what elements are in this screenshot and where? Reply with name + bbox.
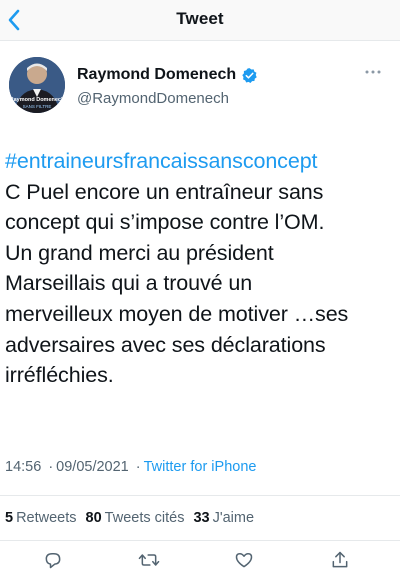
heart-icon xyxy=(235,553,253,568)
tweet-text: #entraineursfrancaissansconcept C Puel e… xyxy=(5,146,393,391)
top-bar: Tweet xyxy=(0,0,400,41)
share-icon xyxy=(332,551,348,568)
verified-badge-icon xyxy=(241,67,258,84)
quote-tweets-label: Tweets cités xyxy=(104,510,185,526)
retweet-icon xyxy=(138,554,160,566)
user-handle[interactable]: @RaymondDomenech xyxy=(77,90,229,107)
divider xyxy=(0,495,400,496)
reply-icon xyxy=(45,553,61,569)
tweet-text-line: irréfléchies. xyxy=(5,363,114,388)
avatar[interactable]: Raymond Domenech SANS FILTRE xyxy=(9,57,65,113)
display-name[interactable]: Raymond Domenech xyxy=(77,66,236,84)
display-name-row: Raymond Domenech xyxy=(77,66,258,84)
tweet-source-link[interactable]: Twitter for iPhone xyxy=(144,459,257,475)
retweet-button[interactable] xyxy=(138,549,160,571)
tweet-text-line: C Puel encore un entraîneur sans xyxy=(5,179,324,204)
quote-tweets-stat[interactable]: 80 Tweets cités xyxy=(86,510,185,526)
page-title: Tweet xyxy=(176,9,224,28)
likes-count: 33 xyxy=(193,510,210,526)
like-button[interactable] xyxy=(233,549,255,571)
tweet-time[interactable]: 14:56 xyxy=(5,459,41,475)
tweet-text-line: adversaires avec ses déclarations xyxy=(5,332,326,357)
tweet-text-line: Un grand merci au président xyxy=(5,240,274,265)
retweets-count: 5 xyxy=(5,510,14,526)
tweet-actions xyxy=(0,549,400,569)
retweets-label: Retweets xyxy=(16,510,77,526)
tweet-author: Raymond Domenech SANS FILTRE Raymond Dom… xyxy=(0,52,400,120)
tweet-text-line: concept qui s’impose contre l’OM. xyxy=(5,210,325,235)
avatar-image: Raymond Domenech SANS FILTRE xyxy=(9,57,65,113)
tweet-date[interactable]: 09/05/2021 xyxy=(56,459,129,475)
tweet-text-line: Marseillais qui a trouvé un xyxy=(5,271,253,296)
avatar-subcaption: SANS FILTRE xyxy=(23,104,52,109)
more-options-button[interactable] xyxy=(362,64,384,80)
retweets-stat[interactable]: 5 Retweets xyxy=(5,510,77,526)
meta-separator: · xyxy=(135,459,141,475)
reply-button[interactable] xyxy=(42,549,64,571)
quote-tweets-count: 80 xyxy=(85,510,102,526)
likes-label: J'aime xyxy=(212,510,255,526)
engagement-stats: 5 Retweets 80 Tweets cités 33 J'aime xyxy=(5,510,254,526)
more-horizontal-icon xyxy=(365,70,381,74)
tweet-text-line: merveilleux moyen de motiver …ses xyxy=(5,301,349,326)
tweet-metadata: 14:56 · 09/05/2021 · Twitter for iPhone xyxy=(5,459,256,475)
hashtag-link[interactable]: #entraineursfrancaissansconcept xyxy=(5,146,393,177)
avatar-caption: Raymond Domenech xyxy=(10,97,65,103)
meta-separator: · xyxy=(48,459,54,475)
divider xyxy=(0,540,400,541)
likes-stat[interactable]: 33 J'aime xyxy=(193,510,254,526)
share-button[interactable] xyxy=(329,549,351,571)
